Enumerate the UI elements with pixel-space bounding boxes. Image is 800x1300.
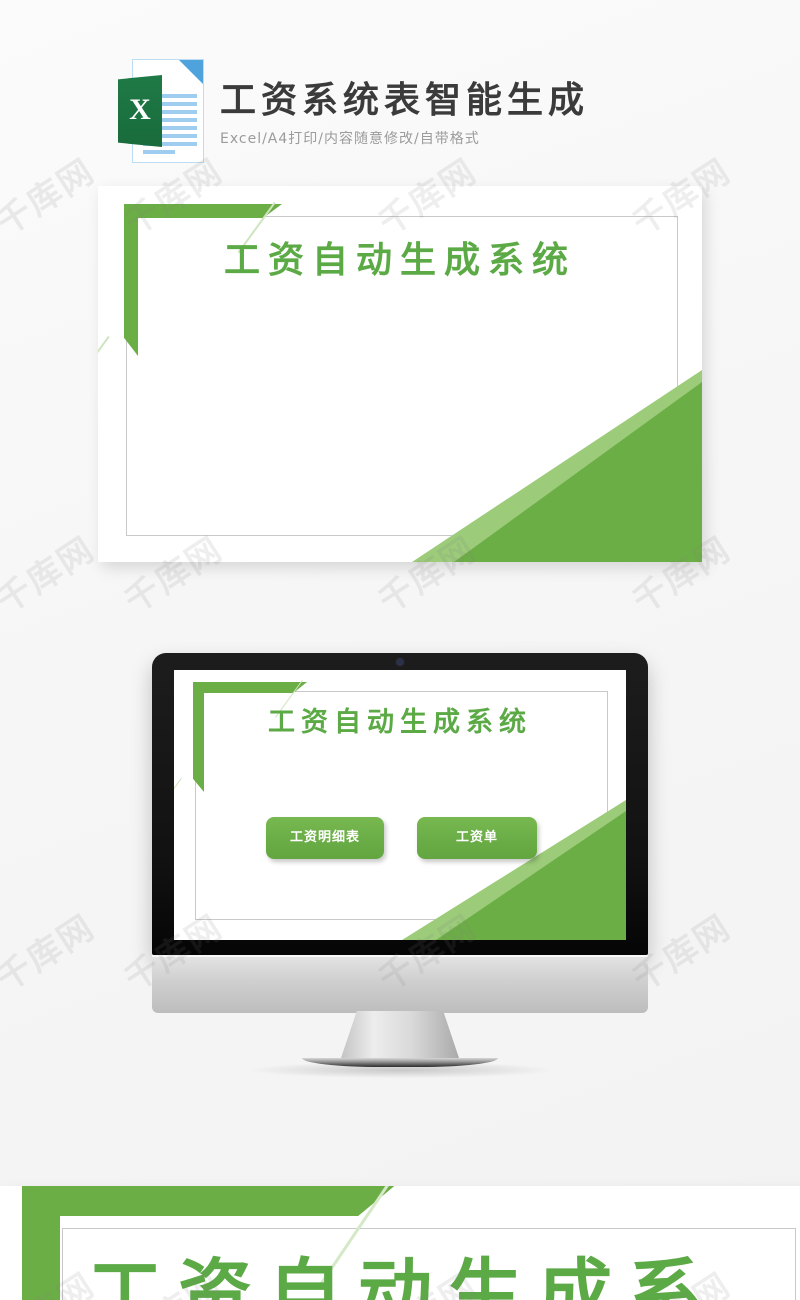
watermark: 千库网 <box>0 151 103 244</box>
page-fold-icon <box>179 60 203 84</box>
diagonal-hairline-left <box>98 336 110 386</box>
slide-title: 工资自动生成系统 <box>268 707 532 738</box>
flat-preview-card: 工资自动生成系统 工资明细表 工资单 <box>98 186 702 562</box>
monitor-screen: 工资自动生成系统 工资明细表 工资单 <box>174 670 626 940</box>
watermark: 千库网 <box>0 529 103 622</box>
salary-detail-button[interactable]: 工资明细表 <box>266 817 384 859</box>
webcam-icon <box>397 659 403 665</box>
page-title: 工资系统表智能生成 <box>220 79 590 121</box>
monitor-chin <box>152 955 648 1013</box>
desktop-monitor-mockup: 工资自动生成系统 工资明细表 工资单 <box>152 653 648 1078</box>
payslip-button[interactable]: 工资单 <box>417 817 537 859</box>
large-preview-card: 工资自动生成系 <box>0 1186 800 1300</box>
page-subtitle: Excel/A4打印/内容随意修改/自带格式 <box>220 131 480 148</box>
watermark: 千库网 <box>0 907 103 1000</box>
slide-title: 工资自动生成系统 <box>223 240 576 281</box>
monitor-stand-neck <box>340 1011 460 1061</box>
monitor-bezel: 工资自动生成系统 工资明细表 工资单 <box>152 653 648 955</box>
header-text-block: 工资系统表智能生成 Excel/A4打印/内容随意修改/自带格式 <box>220 76 589 148</box>
diagonal-hairline-left <box>174 778 183 815</box>
poster-header: X 工资系统表智能生成 Excel/A4打印/内容随意修改/自带格式 <box>118 56 718 168</box>
corner-bracket-horizontal <box>124 204 282 218</box>
poster-page: X 工资系统表智能生成 Excel/A4打印/内容随意修改/自带格式 工资自动生… <box>0 0 800 1300</box>
excel-x-letter: X <box>129 93 151 126</box>
slide-title-large: 工资自动生成系 <box>88 1251 718 1300</box>
corner-bracket-horizontal <box>193 682 307 693</box>
monitor-preview-card: 工资自动生成系统 工资明细表 工资单 <box>174 670 626 940</box>
corner-bracket-vertical <box>124 204 138 356</box>
corner-bracket-vertical <box>193 682 204 792</box>
excel-x-badge: X <box>118 75 162 147</box>
excel-file-icon: X <box>118 57 204 167</box>
corner-bracket-horizontal <box>22 1186 404 1216</box>
